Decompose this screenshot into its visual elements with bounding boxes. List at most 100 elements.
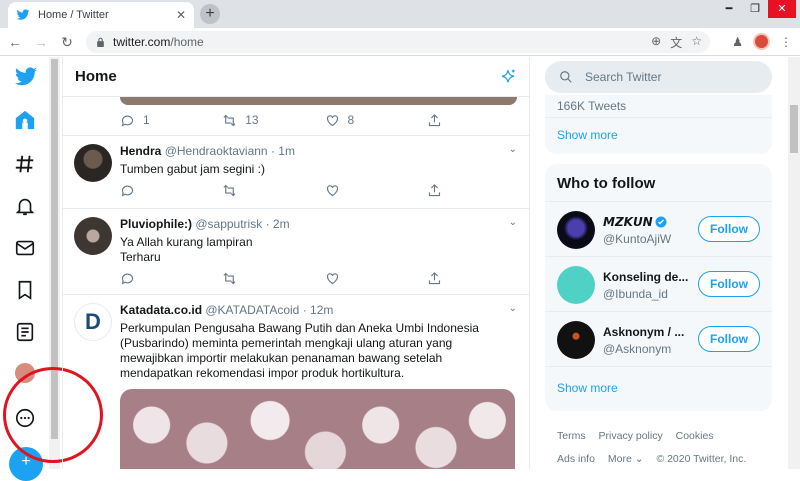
share-button[interactable] (427, 113, 529, 128)
tweet-time[interactable]: 2m (273, 217, 290, 231)
back-arrow-icon[interactable]: ← (6, 33, 24, 51)
footer-privacy-link[interactable]: Privacy policy (599, 430, 663, 442)
tweet-handle[interactable]: @KATADATAcoid (205, 303, 299, 317)
new-tab-button[interactable]: + (200, 4, 220, 24)
avatar[interactable] (74, 217, 112, 255)
trend-tweet-count[interactable]: 166K Tweets (545, 95, 772, 117)
avatar[interactable] (557, 266, 595, 304)
tweet-text: Perkumpulan Pengusaha Bawang Putih dan A… (120, 321, 479, 380)
like-button[interactable] (325, 183, 427, 198)
footer-terms-link[interactable]: Terms (557, 430, 586, 442)
sparkle-icon[interactable] (499, 68, 517, 86)
reply-button[interactable] (120, 183, 222, 198)
tweet-time[interactable]: 1m (278, 144, 295, 158)
twitter-page: + Home 1 13 8 Hendra @Hendraoktaviann · … (0, 57, 800, 481)
tweet[interactable]: Hendra @Hendraoktaviann · 1m Tumben gabu… (63, 136, 529, 209)
tweet-author-name[interactable]: Pluviophile:) (120, 217, 192, 231)
follow-suggestion[interactable]: Asknonym / ... @Asknonym Follow (545, 312, 772, 367)
footer-ads-info-link[interactable]: Ads info (557, 453, 595, 465)
twitter-logo-icon[interactable] (14, 65, 38, 89)
share-button[interactable] (427, 271, 529, 286)
window-close-icon[interactable]: ✕ (768, 0, 796, 18)
tweet-media[interactable] (120, 97, 517, 105)
tweet-time[interactable]: 12m (310, 303, 333, 317)
retweet-button[interactable] (222, 183, 324, 198)
bookmark-star-icon[interactable]: ☆ (691, 34, 702, 51)
tweet-author-name[interactable]: Katadata.co.id (120, 303, 202, 317)
reply-icon (121, 115, 134, 127)
tweet[interactable]: Pluviophile:) @sapputrisk · 2m Ya Allah … (63, 209, 529, 295)
avatar[interactable] (557, 321, 595, 359)
chevron-down-icon[interactable]: ⌄ (509, 217, 517, 228)
tweet[interactable]: D Katadata.co.id @KATADATAcoid · 12m Per… (63, 295, 529, 469)
share-button[interactable] (427, 183, 529, 198)
footer-links: Terms Privacy policy Cookies Ads info Mo… (545, 425, 772, 471)
tweet-text: Tumben gabut jam segini :) (120, 162, 265, 176)
like-button[interactable] (325, 271, 427, 286)
page-scrollbar-thumb[interactable] (790, 105, 798, 153)
chevron-down-icon[interactable]: ⌄ (509, 303, 517, 314)
add-icon[interactable]: ⊕ (651, 34, 661, 51)
heart-icon (326, 184, 338, 196)
lists-icon[interactable] (14, 321, 36, 343)
reply-button[interactable]: 1 (120, 113, 222, 128)
share-icon (428, 183, 440, 196)
reply-button[interactable] (120, 271, 222, 286)
tweet-handle[interactable]: @sapputrisk (195, 217, 262, 231)
tweet[interactable]: 1 13 8 (63, 97, 529, 136)
reload-icon[interactable]: ↻ (58, 33, 76, 51)
tweet-body: Katadata.co.id @KATADATAcoid · 12m Perku… (120, 295, 529, 381)
omnibox-icons: ⊕ 文 ☆ (651, 34, 702, 51)
chevron-down-icon[interactable]: ⌄ (509, 144, 517, 155)
like-count: 8 (347, 113, 355, 127)
translate-icon[interactable]: 文 (670, 34, 682, 51)
footer-cookies-link[interactable]: Cookies (676, 430, 714, 442)
suggestion-name[interactable]: 𝙈𝙕𝙆𝙐𝙉 (603, 215, 693, 229)
suggestion-handle[interactable]: @KuntoAjiW (603, 232, 671, 246)
show-more-trends-link[interactable]: Show more (545, 117, 772, 154)
follow-button[interactable]: Follow (698, 216, 760, 242)
avatar[interactable] (74, 144, 112, 182)
show-more-follow-link[interactable]: Show more (545, 367, 772, 411)
follow-button[interactable]: Follow (698, 271, 760, 297)
retweet-button[interactable]: 13 (222, 113, 324, 128)
restore-icon[interactable]: ❐ (742, 0, 768, 18)
suggestion-handle[interactable]: @Ibunda_id (603, 287, 668, 301)
incognito-icon[interactable]: ♟ (732, 35, 743, 49)
page-title: Home (75, 68, 117, 85)
suggestion-name[interactable]: Asknonym / ... (603, 325, 693, 339)
who-to-follow-title: Who to follow (545, 164, 772, 202)
page-scrollbar[interactable] (788, 57, 800, 469)
forward-arrow-icon[interactable]: → (32, 33, 50, 51)
tweet-actions (63, 177, 529, 203)
notifications-bell-icon[interactable] (14, 195, 36, 217)
tweet-image-garlic[interactable] (120, 389, 515, 469)
profile-avatar[interactable] (753, 33, 770, 50)
avatar[interactable] (557, 211, 595, 249)
avatar[interactable]: D (74, 303, 112, 341)
tweet-handle[interactable]: @Hendraoktaviann (165, 144, 268, 158)
retweet-button[interactable] (222, 271, 324, 286)
tweet-author-name[interactable]: Hendra (120, 144, 161, 158)
messages-envelope-icon[interactable] (14, 237, 36, 259)
explore-hashtag-icon[interactable] (14, 153, 36, 175)
verified-badge-icon (655, 216, 667, 228)
follow-button[interactable]: Follow (698, 326, 760, 352)
lock-icon (97, 37, 104, 47)
suggestion-name-text: 𝙈𝙕𝙆𝙐𝙉 (603, 215, 653, 229)
minimize-icon[interactable]: ━ (716, 0, 742, 18)
footer-more-link[interactable]: More ⌄ (608, 453, 644, 465)
right-sidebar: Search Twitter 166K Tweets Show more Who… (545, 57, 772, 471)
browser-tab[interactable]: Home / Twitter ✕ (8, 2, 194, 28)
close-tab-icon[interactable]: ✕ (176, 8, 186, 22)
follow-suggestion[interactable]: 𝙈𝙕𝙆𝙐𝙉 @KuntoAjiW Follow (545, 202, 772, 257)
home-icon[interactable] (14, 109, 36, 131)
follow-suggestion[interactable]: Konseling de... @Ibunda_id Follow (545, 257, 772, 312)
bookmarks-icon[interactable] (14, 279, 36, 301)
chrome-menu-icon[interactable]: ⋮ (780, 35, 792, 49)
suggestion-handle[interactable]: @Asknonym (603, 342, 671, 356)
suggestion-name[interactable]: Konseling de... (603, 270, 693, 284)
like-button[interactable]: 8 (325, 113, 427, 128)
search-input[interactable]: Search Twitter (545, 61, 772, 93)
url-input[interactable]: twitter.com/home ⊕ 文 ☆ (86, 31, 710, 53)
